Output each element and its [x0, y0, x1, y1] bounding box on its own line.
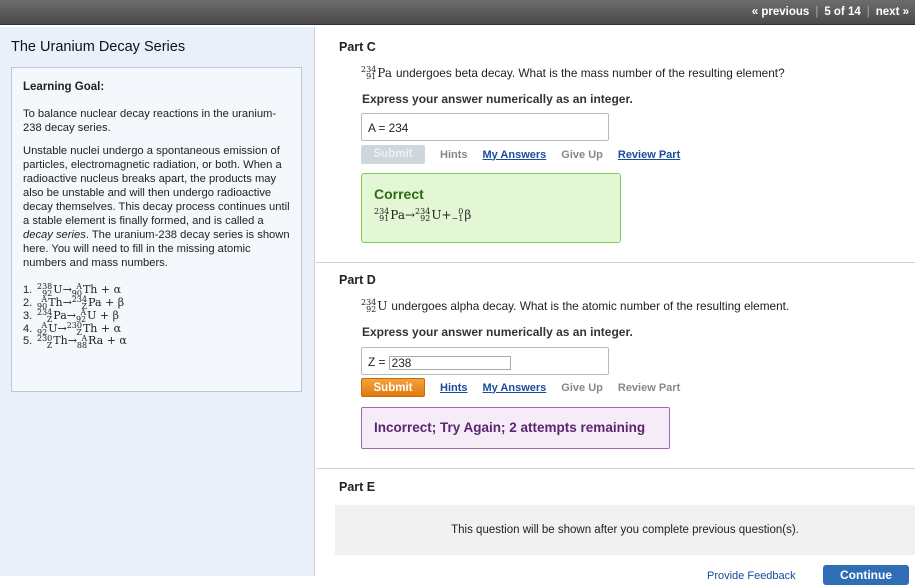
- review-part-link[interactable]: Review Part: [618, 149, 680, 161]
- page-position: 5 of 14: [824, 6, 861, 18]
- isotope: 234 91 Pa: [361, 65, 392, 81]
- decay-equation: 3. 234 Z Pa → A 92 U + β: [23, 308, 120, 324]
- divider: [316, 262, 915, 263]
- my-answers-link[interactable]: My Answers: [483, 382, 547, 394]
- goal-text: To balance nuclear decay reactions in th…: [23, 108, 277, 134]
- top-bar: « previous | 5 of 14 | next »: [0, 0, 915, 25]
- isotope: 0 −1 β: [451, 207, 472, 223]
- part-c-question-text: undergoes beta decay. What is the mass n…: [395, 66, 785, 80]
- give-up-link[interactable]: Give Up: [561, 149, 603, 161]
- part-c-instruction: Express your answer numerically as an in…: [362, 92, 633, 106]
- decay-equation: 4. A 92 U → 230 Z Th + α: [23, 320, 122, 337]
- part-d-instruction: Express your answer numerically as an in…: [362, 325, 633, 339]
- isotope: 234 92 U: [415, 207, 442, 223]
- sidebar: The Uranium Decay Series Learning Goal: …: [0, 27, 315, 576]
- submit-button[interactable]: Submit: [361, 145, 425, 164]
- incorrect-feedback: Incorrect; Try Again; 2 attempts remaini…: [361, 407, 670, 449]
- isotope: 234 91 Pa: [374, 207, 405, 223]
- continue-button[interactable]: Continue: [823, 565, 909, 585]
- main-content: Part C 234 91 Pa undergoes beta decay. Wha…: [316, 27, 915, 585]
- correct-feedback: Correct 234 91 Pa → 234 92 U +0 −1 β: [361, 173, 621, 243]
- isotope: 230 Z Th: [37, 333, 68, 350]
- hints-link[interactable]: Hints: [440, 382, 468, 394]
- isotope: 234 92 U: [361, 298, 388, 314]
- isotope: A 88 Ra: [76, 333, 104, 350]
- my-answers-link[interactable]: My Answers: [483, 149, 547, 161]
- part-c-question: 234 91 Pa undergoes beta decay. What is th…: [361, 65, 785, 81]
- part-e-heading: Part E: [339, 480, 376, 494]
- nav-separator: |: [866, 6, 870, 18]
- decay-series-list: 1. 238 92 U → A 90 Th + α 2. A 90 Th → 234 Z Pa + β 3. 23…: [23, 282, 290, 350]
- part-d-answer-box: Z = 238: [361, 347, 609, 375]
- part-d-heading: Part D: [339, 273, 376, 287]
- intro-term: decay series: [23, 229, 86, 241]
- provide-feedback-link[interactable]: Provide Feedback: [707, 570, 796, 582]
- review-part-link[interactable]: Review Part: [618, 382, 680, 394]
- part-c-answer-field[interactable]: A = 234: [361, 113, 609, 141]
- give-up-link[interactable]: Give Up: [561, 382, 603, 394]
- part-c-heading: Part C: [339, 40, 376, 54]
- part-d-question-text: undergoes alpha decay. What is the atomi…: [391, 299, 790, 313]
- hints-link[interactable]: Hints: [440, 149, 468, 161]
- correct-equation: 234 91 Pa → 234 92 U +0 −1 β: [374, 207, 472, 223]
- goal-heading: Learning Goal:: [23, 81, 105, 93]
- learning-goal-box: Learning Goal: To balance nuclear decay …: [11, 67, 302, 392]
- part-d-answer-input[interactable]: 238: [388, 355, 511, 370]
- intro-text-1: Unstable nuclei undergo a spontaneous em…: [23, 145, 290, 227]
- decay-equation: 1. 238 92 U → A 90 Th + α: [23, 282, 122, 299]
- answer-label: Z =: [368, 355, 389, 369]
- pagination-nav: « previous | 5 of 14 | next »: [752, 6, 909, 18]
- next-link[interactable]: next »: [876, 6, 909, 18]
- page-title: The Uranium Decay Series: [11, 39, 186, 55]
- part-d-question: 234 92 U undergoes alpha decay. What is th…: [361, 298, 790, 314]
- submit-button[interactable]: Submit: [361, 378, 425, 397]
- previous-link[interactable]: « previous: [752, 6, 810, 18]
- decay-equation: 2. A 90 Th → 234 Z Pa + β: [23, 295, 125, 312]
- correct-heading: Correct: [374, 186, 424, 202]
- divider: [316, 468, 915, 469]
- part-c-actions: Submit Hints My Answers Give Up Review P…: [361, 145, 680, 164]
- nav-separator: |: [815, 6, 819, 18]
- part-e-placeholder: This question will be shown after you co…: [335, 505, 915, 555]
- intro-text: Unstable nuclei undergo a spontaneous em…: [23, 144, 290, 270]
- part-d-actions: Submit Hints My Answers Give Up Review P…: [361, 378, 680, 397]
- decay-equation: 5. 230 Z Th → A 88 Ra + α: [23, 333, 127, 350]
